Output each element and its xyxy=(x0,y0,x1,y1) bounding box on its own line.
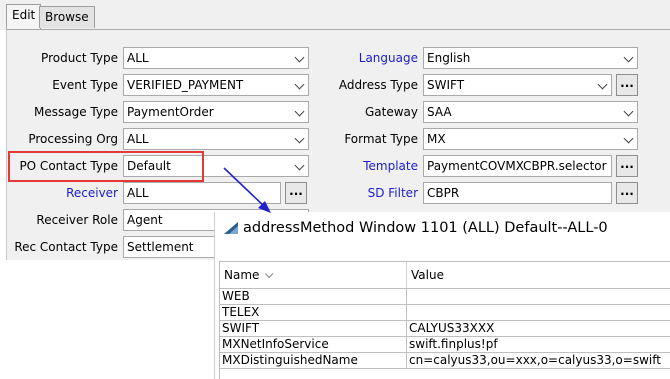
column-header-name[interactable]: Name xyxy=(220,262,407,288)
product-type-value: ALL xyxy=(127,51,149,65)
event-type-value: VERIFIED_PAYMENT xyxy=(127,78,244,92)
gateway-value: SAA xyxy=(427,105,452,119)
annotation-arrow-icon xyxy=(223,167,271,213)
chevron-down-icon xyxy=(294,79,305,90)
cell-value xyxy=(407,289,670,304)
table-row[interactable]: WEB xyxy=(220,289,670,305)
cell-value: swift.finplus!pf xyxy=(409,337,498,351)
sd-filter-value: CBPR xyxy=(427,186,460,200)
cell-name: MXNetInfoService xyxy=(220,337,407,352)
chevron-down-icon xyxy=(623,52,634,63)
sd-filter-input[interactable]: CBPR xyxy=(423,182,612,204)
format-type-label: Format Type xyxy=(344,132,418,146)
chevron-down-icon xyxy=(294,106,305,117)
chevron-down-icon xyxy=(597,79,608,90)
address-method-window: addressMethod Window 1101 (ALL) Default-… xyxy=(214,212,670,379)
tab-browse[interactable]: Browse xyxy=(39,6,95,28)
product-type-label: Product Type xyxy=(41,51,118,65)
language-label[interactable]: Language xyxy=(318,48,418,68)
chevron-down-icon xyxy=(294,133,305,144)
format-type-select[interactable]: MX xyxy=(423,128,638,150)
table-row[interactable]: SWIFT CALYUS33XXX xyxy=(220,321,670,337)
receiver-label[interactable]: Receiver xyxy=(18,183,118,203)
sd-filter-browse-button[interactable]: ... xyxy=(616,182,638,204)
message-type-label: Message Type xyxy=(34,105,118,119)
template-value: PaymentCOVMXCBPR.selector xyxy=(427,159,607,173)
chevron-down-icon xyxy=(294,52,305,63)
address-type-label: Address Type xyxy=(338,78,418,92)
chevron-down-icon xyxy=(623,106,634,117)
po-contact-type-highlight xyxy=(8,151,204,182)
cell-value: cn=calyus33,ou=xxx,o=calyus33,o=swift xyxy=(409,353,661,367)
table-row[interactable]: TELEX xyxy=(220,305,670,321)
message-type-select[interactable]: PaymentOrder xyxy=(123,101,309,123)
address-type-select[interactable]: SWIFT xyxy=(423,74,612,96)
table-row[interactable]: MXDistinguishedName cn=calyus33,ou=xxx,o… xyxy=(220,353,670,369)
table-header: Name Value xyxy=(220,262,670,289)
gateway-label: Gateway xyxy=(364,105,418,119)
product-type-select[interactable]: ALL xyxy=(123,47,309,69)
column-name-label: Name xyxy=(224,268,260,282)
language-select[interactable]: English xyxy=(423,47,638,69)
column-header-value[interactable]: Value xyxy=(407,262,670,288)
cell-name: MXDistinguishedName xyxy=(220,353,407,368)
window-title: addressMethod Window 1101 (ALL) Default-… xyxy=(243,220,608,236)
address-type-browse-button[interactable]: ... xyxy=(616,74,638,96)
cell-name: TELEX xyxy=(220,305,407,320)
rec-contact-type-label: Rec Contact Type xyxy=(14,240,118,254)
tab-bar: Edit Browse xyxy=(0,0,670,30)
chevron-down-icon xyxy=(294,160,305,171)
language-value: English xyxy=(427,51,471,65)
template-label[interactable]: Template xyxy=(318,156,418,176)
message-type-value: PaymentOrder xyxy=(127,105,214,119)
table-row[interactable]: MXNetInfoService swift.finplus!pf xyxy=(220,337,670,353)
event-type-select[interactable]: VERIFIED_PAYMENT xyxy=(123,74,309,96)
chevron-down-icon xyxy=(623,133,634,144)
cell-name: SWIFT xyxy=(220,321,407,336)
sort-icon xyxy=(265,269,274,279)
window-icon xyxy=(224,222,238,234)
gateway-select[interactable]: SAA xyxy=(423,101,638,123)
format-type-value: MX xyxy=(427,132,446,146)
sd-filter-label[interactable]: SD Filter xyxy=(318,183,418,203)
event-type-label: Event Type xyxy=(52,78,118,92)
address-type-value: SWIFT xyxy=(427,78,465,92)
processing-org-select[interactable]: ALL xyxy=(123,128,309,150)
template-browse-button[interactable]: ... xyxy=(616,155,638,177)
processing-org-value: ALL xyxy=(127,132,149,146)
tab-edit[interactable]: Edit xyxy=(6,4,42,30)
receiver-value: ALL xyxy=(127,186,149,200)
receiver-role-label: Receiver Role xyxy=(36,213,118,227)
cell-value: CALYUS33XXX xyxy=(409,321,495,335)
cell-name: WEB xyxy=(220,289,407,304)
template-input[interactable]: PaymentCOVMXCBPR.selector xyxy=(423,155,612,177)
processing-org-label: Processing Org xyxy=(28,132,118,146)
rec-contact-type-value: Settlement xyxy=(127,240,194,254)
receiver-role-value: Agent xyxy=(127,213,163,227)
address-method-table: Name Value WEB TELEX SWIFT CALYUS33XXX M… xyxy=(219,261,670,379)
receiver-browse-button[interactable]: ... xyxy=(285,182,307,204)
cell-value xyxy=(407,305,670,320)
